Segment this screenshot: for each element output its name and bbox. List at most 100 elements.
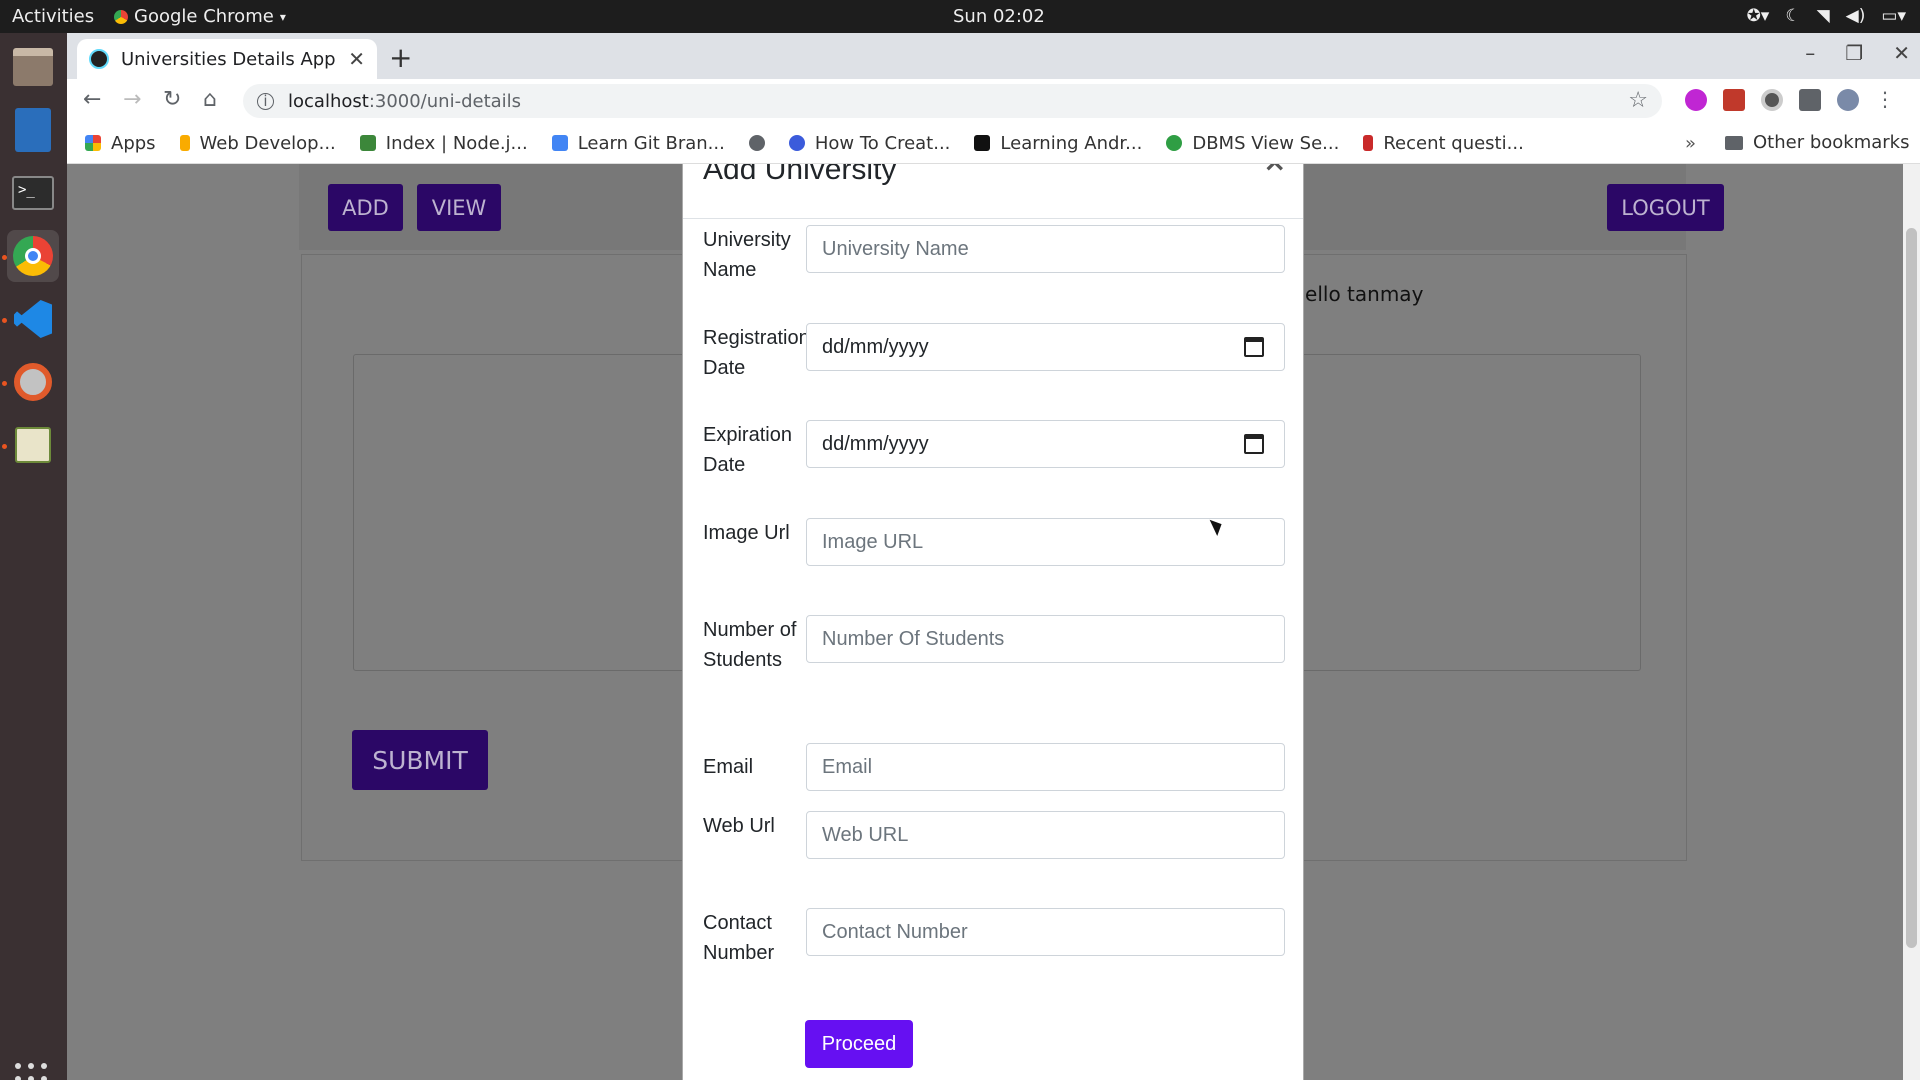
restore-icon[interactable]: ❐ xyxy=(1845,41,1863,65)
system-tray[interactable]: ✪▾ ☾ ◥ ◀) ▭▾ xyxy=(1747,6,1906,26)
label-contact-number: Contact Number xyxy=(703,912,775,964)
nodejs-icon xyxy=(359,135,376,151)
browser-chrome: Universities Details App ✕ + – ❐ ✕ ← → ↻… xyxy=(67,33,1920,164)
modal-header: Add University × xyxy=(683,164,1303,219)
editor-icon[interactable] xyxy=(7,419,59,471)
browser-toolbar: ← → ↻ ⌂ i localhost:3000/uni-details ☆ ⋮ xyxy=(67,79,1920,123)
activities-button[interactable]: Activities xyxy=(12,6,94,27)
bookmark-how-to-create[interactable]: How To Creat... xyxy=(788,133,950,154)
bookmark-apps[interactable]: Apps xyxy=(85,133,156,154)
scrollbar-thumb[interactable] xyxy=(1906,228,1917,948)
home-icon[interactable]: ⌂ xyxy=(203,87,217,112)
forward-icon[interactable]: → xyxy=(123,87,141,112)
extensions-area: ⋮ xyxy=(1685,89,1895,111)
university-name-input[interactable] xyxy=(806,225,1285,273)
bookmark-learning-android[interactable]: Learning Andr... xyxy=(974,133,1142,154)
add-button[interactable]: ADD xyxy=(328,184,403,231)
bookmark-star-icon[interactable]: ☆ xyxy=(1628,88,1648,113)
bookmark-globe[interactable] xyxy=(748,135,765,151)
view-button[interactable]: VIEW xyxy=(417,184,501,231)
tab-title: Universities Details App xyxy=(121,48,336,70)
clock[interactable]: Sun 02:02 xyxy=(953,6,1045,27)
bookmark-red-icon xyxy=(1363,135,1374,151)
label-image-url: Image Url xyxy=(703,522,790,544)
vscode-icon[interactable] xyxy=(7,293,59,345)
address-bar[interactable]: i localhost:3000/uni-details ☆ xyxy=(243,84,1662,118)
app-menu[interactable]: Google Chrome ▾ xyxy=(114,6,286,27)
reload-icon[interactable]: ↻ xyxy=(163,87,181,112)
email-input[interactable] xyxy=(806,743,1285,791)
proceed-button[interactable]: Proceed xyxy=(805,1020,913,1068)
git-branching-icon xyxy=(551,135,568,151)
digitalocean-icon xyxy=(788,135,805,151)
tab-strip: Universities Details App ✕ + – ❐ ✕ xyxy=(67,33,1920,79)
label-registration-date: Registration Date xyxy=(703,327,810,379)
label-web-url: Web Url xyxy=(703,815,775,837)
writer-icon[interactable] xyxy=(7,104,59,156)
calendar-icon[interactable] xyxy=(1244,434,1264,454)
modal-title: Add University xyxy=(703,164,897,186)
page-viewport: ADD VIEW LOGOUT Hello tanmay SUBMIT Add … xyxy=(67,164,1903,1080)
react-favicon-icon xyxy=(89,49,109,69)
new-tab-button[interactable]: + xyxy=(389,41,412,74)
dock: >_ xyxy=(0,33,67,1080)
expiration-date-input[interactable]: dd/mm/yyyy xyxy=(806,420,1285,468)
apps-grid-icon xyxy=(85,135,101,151)
battery-icon: ▭▾ xyxy=(1881,6,1906,26)
minimize-icon[interactable]: – xyxy=(1805,41,1815,65)
info-icon[interactable]: i xyxy=(257,92,274,110)
bookmark-learn-git[interactable]: Learn Git Bran... xyxy=(551,133,725,154)
puzzle-icon[interactable] xyxy=(1799,89,1821,111)
night-light-icon: ☾ xyxy=(1785,6,1801,26)
wifi-icon: ◥ xyxy=(1816,6,1830,26)
url-host: localhost xyxy=(288,90,369,112)
close-tab-icon[interactable]: ✕ xyxy=(348,47,365,71)
label-number-of-students: Number of Students xyxy=(703,619,797,671)
add-university-modal: Add University × University Name Registr… xyxy=(682,164,1304,1080)
accessibility-icon[interactable]: ✪▾ xyxy=(1747,6,1770,26)
chevron-down-icon: ▾ xyxy=(279,9,286,24)
registration-date-input[interactable]: dd/mm/yyyy xyxy=(806,323,1285,371)
avatar[interactable] xyxy=(1837,89,1859,111)
url-path: :3000/uni-details xyxy=(368,90,522,112)
close-icon[interactable]: × xyxy=(1263,164,1286,178)
submit-button[interactable]: SUBMIT xyxy=(352,730,488,790)
bookmark-recent-questions[interactable]: Recent questi... xyxy=(1363,133,1524,154)
terminal-icon[interactable]: >_ xyxy=(7,167,59,219)
extension-purple-icon[interactable] xyxy=(1685,89,1707,111)
files-icon[interactable] xyxy=(7,41,59,93)
browser-tab[interactable]: Universities Details App ✕ xyxy=(77,39,377,79)
registration-date-value: dd/mm/yyyy xyxy=(822,335,929,358)
bookmark-nodejs[interactable]: Index | Node.j... xyxy=(359,133,528,154)
settings-icon[interactable] xyxy=(7,356,59,408)
chrome-small-icon xyxy=(114,9,128,24)
close-window-icon[interactable]: ✕ xyxy=(1893,41,1910,65)
window-controls: – ❐ ✕ xyxy=(1805,41,1910,65)
globe-icon xyxy=(748,135,765,151)
expiration-date-value: dd/mm/yyyy xyxy=(822,432,929,455)
back-icon[interactable]: ← xyxy=(83,87,101,112)
number-of-students-input[interactable] xyxy=(806,615,1285,663)
system-top-bar: Activities Google Chrome ▾ Sun 02:02 ✪▾ … xyxy=(0,0,1920,33)
menu-dots-icon[interactable]: ⋮ xyxy=(1875,89,1895,111)
contact-number-input[interactable] xyxy=(806,908,1285,956)
other-bookmarks[interactable]: Other bookmarks xyxy=(1725,132,1909,153)
extension-circle-icon[interactable] xyxy=(1761,89,1783,111)
label-university-name: University Name xyxy=(703,229,791,281)
show-applications-icon[interactable] xyxy=(15,1063,49,1080)
extension-red-icon[interactable] xyxy=(1723,89,1745,111)
logout-button[interactable]: LOGOUT xyxy=(1607,184,1724,231)
bookmark-dbms-view[interactable]: DBMS View Se... xyxy=(1166,133,1339,154)
bookmarks-bar: Apps Web Develop... Index | Node.j... Le… xyxy=(67,123,1920,164)
bookmark-favicon-icon xyxy=(179,135,190,151)
medium-icon xyxy=(974,135,991,151)
folder-icon xyxy=(1725,135,1743,150)
bookmark-web-develop[interactable]: Web Develop... xyxy=(179,133,336,154)
more-bookmarks-button[interactable]: » xyxy=(1685,133,1696,154)
chrome-icon[interactable] xyxy=(7,230,59,282)
page-scrollbar[interactable] xyxy=(1903,164,1920,1080)
web-url-input[interactable] xyxy=(806,811,1285,859)
volume-icon: ◀) xyxy=(1845,6,1866,26)
greeting-text: Hello tanmay xyxy=(1290,282,1424,306)
calendar-icon[interactable] xyxy=(1244,337,1264,357)
